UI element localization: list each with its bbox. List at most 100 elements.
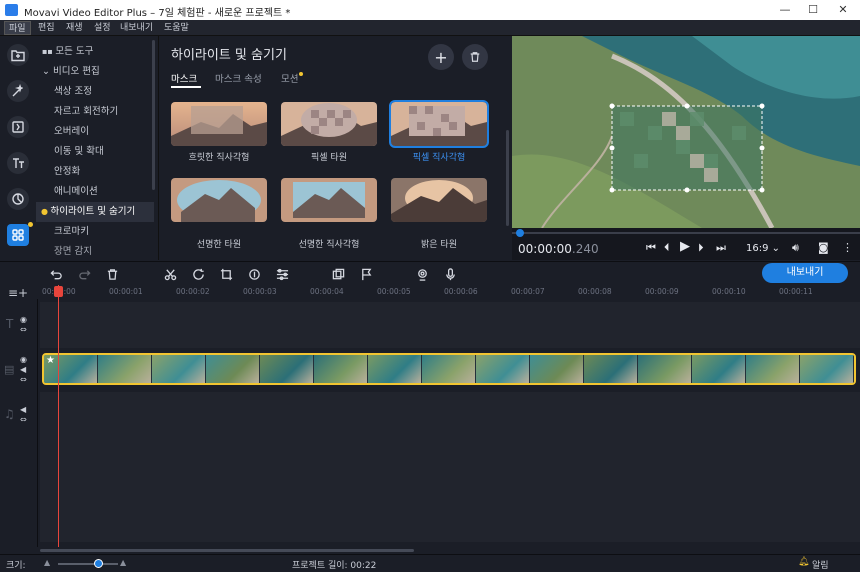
menu-help[interactable]: 도움말 — [160, 21, 193, 35]
crop-icon[interactable] — [218, 266, 234, 282]
mask-thumb-pixel-rect[interactable] — [389, 100, 489, 148]
audio-track[interactable] — [40, 392, 860, 542]
video-clip[interactable] — [42, 353, 856, 385]
add-track-icon[interactable]: ≡+ — [8, 286, 28, 300]
playhead-handle[interactable] — [54, 286, 63, 297]
volume-icon[interactable]: ◀ — [20, 365, 26, 374]
redo-icon[interactable] — [76, 266, 92, 282]
notifications-label[interactable]: 알림 — [812, 558, 829, 571]
timeline-ruler[interactable]: 00:00:00 00:00:01 00:00:02 00:00:03 00:0… — [40, 285, 860, 299]
titles-icon[interactable] — [7, 152, 29, 174]
tool-item-chroma-key[interactable]: 크로마키 — [36, 222, 154, 242]
scale-label: 크기: — [6, 561, 26, 571]
export-button[interactable]: 내보내기 — [762, 263, 848, 283]
delete-mask-button[interactable] — [462, 44, 488, 70]
progress-track[interactable] — [512, 232, 860, 234]
microphone-icon[interactable] — [442, 266, 458, 282]
maximize-button[interactable]: ☐ — [798, 0, 828, 20]
pixel-mask-overlay[interactable] — [609, 103, 765, 193]
tool-item-pan-zoom[interactable]: 이동 및 확대 — [36, 142, 154, 162]
ruler-label: 00:00:06 — [444, 287, 478, 296]
left-toolbar — [0, 36, 36, 260]
more-tools-icon[interactable] — [7, 224, 29, 246]
tool-item-highlight-conceal[interactable]: ● 하이라이트 및 숨기기 — [36, 202, 154, 222]
timecode: 00:00:00.240 — [518, 242, 599, 256]
mask-label: 흐릿한 직사각형 — [188, 153, 250, 163]
mask-thumb-sharp-rect[interactable] — [281, 178, 377, 222]
more-options-icon[interactable]: ⋮ — [842, 241, 853, 254]
link-icon[interactable]: ⇔ — [20, 325, 27, 334]
mask-thumb-blur-rect[interactable] — [171, 102, 267, 146]
clip-frame — [152, 355, 206, 383]
effects-scrollbar[interactable] — [506, 130, 509, 226]
transitions-icon[interactable] — [7, 116, 29, 138]
tool-item-overlay[interactable]: 오버레이 — [36, 122, 154, 142]
marker-icon[interactable] — [358, 266, 374, 282]
tool-list: ▪▪ 모든 도구 ⌄ 비디오 편집 색상 조정 자르고 회전하기 오버레이 이동… — [36, 36, 156, 260]
rotate-icon[interactable] — [190, 266, 206, 282]
title-track[interactable] — [40, 302, 860, 348]
minimize-button[interactable]: — — [770, 0, 800, 20]
zoom-slider-handle[interactable] — [94, 559, 103, 568]
snapshot-icon[interactable]: ◙ — [818, 241, 829, 254]
tab-mask-properties[interactable]: 마스크 속성 — [215, 71, 262, 85]
video-preview[interactable] — [512, 36, 860, 228]
motion-badge — [299, 72, 303, 76]
volume-icon[interactable]: ◀ — [20, 405, 26, 414]
magic-wand-icon[interactable] — [7, 80, 29, 102]
clip-frame — [530, 355, 584, 383]
tab-motion[interactable]: 모션 — [281, 71, 298, 85]
cut-icon[interactable] — [162, 266, 178, 282]
menu-settings[interactable]: 설정 — [90, 21, 115, 35]
zoom-in-icon[interactable]: ▲ — [120, 558, 126, 567]
tool-item-scene-detect[interactable]: 장면 감지 — [36, 242, 154, 260]
menu-export[interactable]: 내보내기 — [116, 21, 157, 35]
tool-item-crop-rotate[interactable]: 자르고 회전하기 — [36, 102, 154, 122]
bell-icon[interactable]: 🔔︎ — [798, 557, 809, 567]
zoom-out-icon[interactable]: ▲ — [44, 558, 50, 567]
add-mask-button[interactable]: + — [428, 44, 454, 70]
import-icon[interactable] — [7, 44, 29, 66]
mask-thumb-pixel-oval[interactable] — [281, 102, 377, 146]
tool-item-stabilization[interactable]: 안정화 — [36, 162, 154, 182]
link-icon[interactable]: ⇔ — [20, 415, 27, 424]
track-headers: T ◉ ⇔ ▤ ◉ ◀ ⇔ ♫ ◀ ⇔ — [0, 299, 38, 547]
volume-icon[interactable]: 🔊︎ — [792, 241, 799, 255]
play-icon[interactable]: ▶ — [680, 239, 690, 254]
prev-frame-icon[interactable]: ⏴ — [664, 241, 670, 255]
overlay-icon[interactable] — [330, 266, 346, 282]
clip-frame — [314, 355, 368, 383]
undo-icon[interactable] — [48, 266, 64, 282]
video-track-icon: ▤ — [4, 363, 15, 376]
effects-panel: 하이라이트 및 숨기기 + 마스크 마스크 속성 모션 흐릿한 직사각형 픽셀 … — [158, 36, 510, 260]
playhead[interactable] — [58, 285, 59, 547]
next-frame-icon[interactable]: ⏵ — [698, 241, 704, 255]
mask-thumb-bright-oval[interactable] — [391, 178, 487, 222]
link-icon[interactable]: ⇔ — [20, 375, 27, 384]
skip-start-icon[interactable]: ⏮ — [646, 241, 656, 255]
delete-icon[interactable] — [104, 266, 120, 282]
tab-mask[interactable]: 마스크 — [171, 71, 197, 85]
webcam-icon[interactable] — [414, 266, 430, 282]
all-tools-item[interactable]: ▪▪ 모든 도구 — [36, 42, 154, 62]
menu-file[interactable]: 파일 — [4, 21, 31, 35]
color-adjust-icon[interactable] — [246, 266, 262, 282]
menu-playback[interactable]: 재생 — [62, 21, 87, 35]
filters-icon[interactable] — [7, 188, 29, 210]
skip-end-icon[interactable]: ⏭ — [716, 241, 726, 255]
tool-item-color[interactable]: 색상 조정 — [36, 82, 154, 102]
video-editing-group[interactable]: ⌄ 비디오 편집 — [36, 62, 154, 82]
tool-list-scrollbar[interactable] — [152, 40, 155, 190]
tool-item-animation[interactable]: 애니메이션 — [36, 182, 154, 202]
mask-thumb-sharp-oval[interactable] — [171, 178, 267, 222]
close-button[interactable]: ✕ — [828, 0, 858, 20]
menu-edit[interactable]: 편집 — [34, 21, 59, 35]
timeline-scrollbar[interactable] — [40, 549, 414, 552]
zoom-slider[interactable] — [58, 563, 118, 565]
visibility-icon[interactable]: ◉ — [20, 315, 27, 324]
app-logo-icon — [5, 4, 18, 16]
visibility-icon[interactable]: ◉ — [20, 355, 27, 364]
clip-properties-icon[interactable] — [274, 266, 290, 282]
aspect-select[interactable]: 16:9 ⌄ — [746, 243, 780, 254]
progress-handle[interactable] — [516, 229, 524, 237]
